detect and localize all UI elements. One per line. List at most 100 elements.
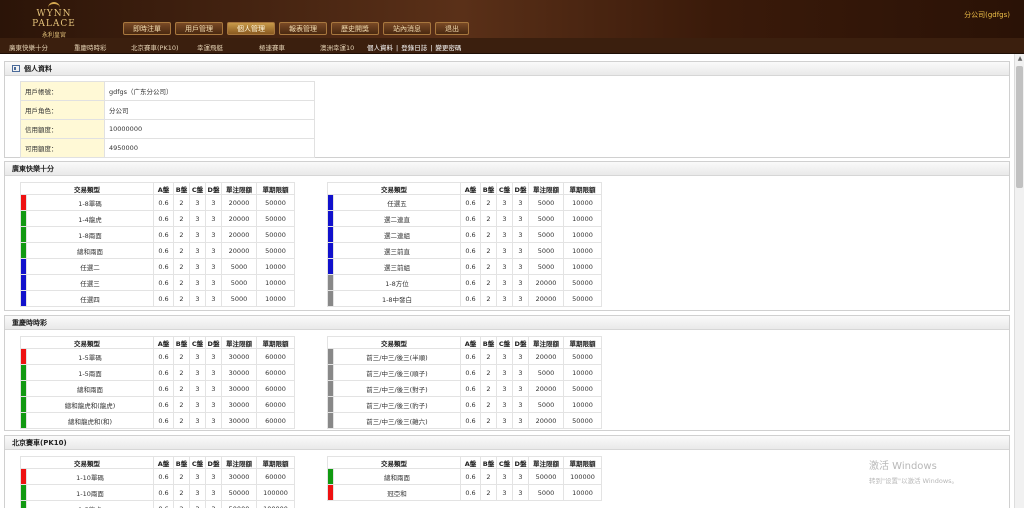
limit-cell-single[interactable]: 20000 [528,412,564,429]
limit-cell-b[interactable]: 2 [480,242,497,259]
limit-cell-single[interactable]: 5000 [221,274,257,291]
scrollbar[interactable]: ▲ [1014,54,1024,508]
limit-cell-b[interactable]: 2 [480,348,497,365]
limit-cell-c[interactable]: 3 [189,258,206,275]
limit-cell-b[interactable]: 2 [173,242,190,259]
limit-cell-b[interactable]: 2 [480,194,497,211]
limit-cell-a[interactable]: 0.6 [460,412,481,429]
limit-cell-b[interactable]: 2 [480,380,497,397]
limit-cell-a[interactable]: 0.6 [460,258,481,275]
limit-cell-a[interactable]: 0.6 [153,468,174,485]
limit-cell-d[interactable]: 3 [205,468,222,485]
limit-cell-a[interactable]: 0.6 [153,258,174,275]
limit-cell-d[interactable]: 3 [205,364,222,381]
subnav-item[interactable]: 重慶時時彩 [74,42,107,52]
limit-cell-single[interactable]: 30000 [221,412,257,429]
limit-cell-period[interactable]: 10000 [563,210,602,227]
limit-cell-a[interactable]: 0.6 [460,364,481,381]
limit-cell-d[interactable]: 3 [205,210,222,227]
subnav-item[interactable]: 極速賽車 [259,42,285,52]
limit-cell-a[interactable]: 0.6 [460,468,481,485]
limit-cell-d[interactable]: 3 [512,348,529,365]
limit-cell-a[interactable]: 0.6 [153,274,174,291]
limit-cell-a[interactable]: 0.6 [460,210,481,227]
limit-cell-d[interactable]: 3 [205,412,222,429]
limit-cell-c[interactable]: 3 [496,274,513,291]
limit-cell-period[interactable]: 100000 [256,500,295,508]
limit-cell-b[interactable]: 2 [173,194,190,211]
limit-cell-single[interactable]: 50000 [221,500,257,508]
limit-cell-single[interactable]: 20000 [221,226,257,243]
limit-cell-b[interactable]: 2 [480,274,497,291]
limit-cell-a[interactable]: 0.6 [460,226,481,243]
limit-cell-b[interactable]: 2 [480,484,497,501]
limit-cell-single[interactable]: 30000 [221,380,257,397]
limit-cell-a[interactable]: 0.6 [153,194,174,211]
limit-cell-c[interactable]: 3 [496,210,513,227]
menu-button[interactable]: 個人管理 [227,22,275,35]
limit-cell-d[interactable]: 3 [512,226,529,243]
limit-cell-a[interactable]: 0.6 [460,274,481,291]
limit-cell-period[interactable]: 50000 [256,210,295,227]
limit-cell-c[interactable]: 3 [496,348,513,365]
limit-cell-a[interactable]: 0.6 [153,380,174,397]
limit-cell-a[interactable]: 0.6 [460,194,481,211]
limit-cell-b[interactable]: 2 [173,484,190,501]
limit-cell-period[interactable]: 100000 [563,468,602,485]
scrollbar-thumb[interactable] [1016,66,1023,188]
limit-cell-period[interactable]: 50000 [563,380,602,397]
limit-cell-b[interactable]: 2 [480,468,497,485]
limit-cell-single[interactable]: 5000 [528,210,564,227]
limit-cell-d[interactable]: 3 [512,194,529,211]
limit-cell-b[interactable]: 2 [173,412,190,429]
limit-cell-d[interactable]: 3 [512,290,529,307]
limit-cell-b[interactable]: 2 [480,226,497,243]
subnav-item[interactable]: 北京賽車(PK10) [131,42,179,52]
limit-cell-c[interactable]: 3 [189,194,206,211]
limit-cell-b[interactable]: 2 [173,468,190,485]
limit-cell-single[interactable]: 20000 [528,348,564,365]
limit-cell-b[interactable]: 2 [480,290,497,307]
limit-cell-b[interactable]: 2 [480,364,497,381]
limit-cell-single[interactable]: 20000 [221,210,257,227]
limit-cell-b[interactable]: 2 [480,258,497,275]
account-link[interactable]: 登錄日誌 [401,44,427,52]
limit-cell-single[interactable]: 5000 [528,364,564,381]
limit-cell-period[interactable]: 60000 [256,396,295,413]
limit-cell-period[interactable]: 10000 [256,258,295,275]
limit-cell-period[interactable]: 50000 [563,274,602,291]
limit-cell-period[interactable]: 50000 [256,226,295,243]
limit-cell-single[interactable]: 30000 [221,396,257,413]
limit-cell-a[interactable]: 0.6 [153,364,174,381]
limit-cell-period[interactable]: 50000 [563,412,602,429]
limit-cell-period[interactable]: 10000 [563,194,602,211]
limit-cell-single[interactable]: 5000 [221,258,257,275]
limit-cell-c[interactable]: 3 [496,290,513,307]
limit-cell-d[interactable]: 3 [512,412,529,429]
limit-cell-d[interactable]: 3 [205,380,222,397]
menu-button[interactable]: 站內消息 [383,22,431,35]
limit-cell-c[interactable]: 3 [189,274,206,291]
limit-cell-d[interactable]: 3 [512,242,529,259]
limit-cell-b[interactable]: 2 [173,258,190,275]
limit-cell-a[interactable]: 0.6 [460,348,481,365]
limit-cell-period[interactable]: 50000 [563,290,602,307]
limit-cell-period[interactable]: 10000 [563,226,602,243]
limit-cell-d[interactable]: 3 [512,274,529,291]
limit-cell-a[interactable]: 0.6 [460,396,481,413]
limit-cell-period[interactable]: 10000 [563,242,602,259]
limit-cell-d[interactable]: 3 [205,258,222,275]
limit-cell-period[interactable]: 60000 [256,412,295,429]
limit-cell-period[interactable]: 60000 [256,348,295,365]
account-link[interactable]: 變更密碼 [435,44,461,52]
limit-cell-single[interactable]: 5000 [528,258,564,275]
limit-cell-a[interactable]: 0.6 [153,210,174,227]
account-link[interactable]: 個人資料 [367,44,393,52]
limit-cell-d[interactable]: 3 [205,484,222,501]
limit-cell-c[interactable]: 3 [189,468,206,485]
limit-cell-c[interactable]: 3 [189,412,206,429]
limit-cell-single[interactable]: 5000 [528,242,564,259]
limit-cell-single[interactable]: 20000 [528,380,564,397]
limit-cell-c[interactable]: 3 [496,364,513,381]
scroll-up-icon[interactable]: ▲ [1015,54,1024,63]
